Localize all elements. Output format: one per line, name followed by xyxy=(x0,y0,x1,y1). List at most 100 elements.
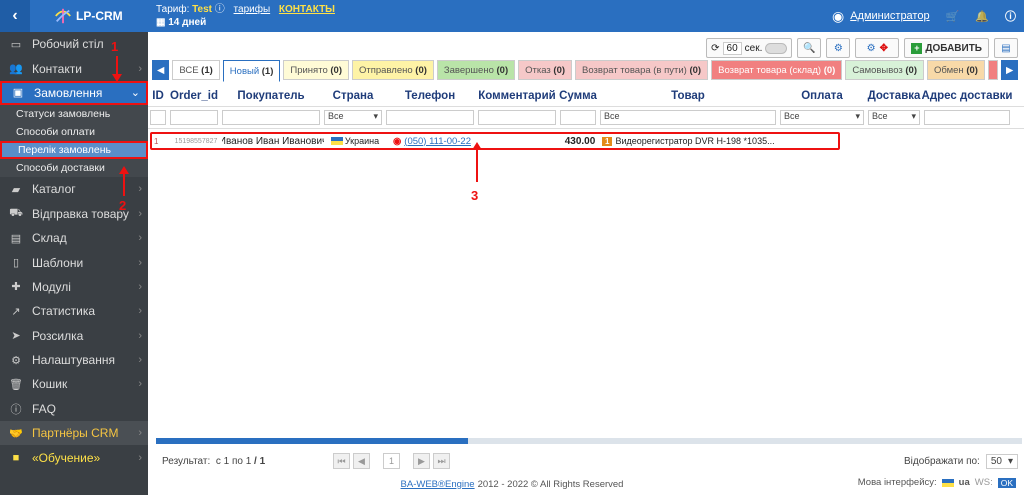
sidebar-item-contacts[interactable]: 👥 Контакти › xyxy=(0,56,148,80)
sidebar-item-mailing[interactable]: ➤ Розсилка › xyxy=(0,324,148,348)
tariffs-link[interactable]: тарифы xyxy=(234,4,271,15)
filter-order-id[interactable] xyxy=(170,110,218,125)
sidebar-item-desktop[interactable]: ▭ Робочий стіл xyxy=(0,32,148,56)
annotation-arrowhead-1 xyxy=(112,74,122,82)
chevron-right-icon: › xyxy=(138,62,142,75)
sidebar-item-statistics[interactable]: ↗ Статистика › xyxy=(0,299,148,323)
last-page-button[interactable]: ⏭ xyxy=(433,453,450,469)
annotation-2: 2 xyxy=(119,198,127,213)
refresh-unit: сек. xyxy=(744,42,763,54)
sidebar-item-modules[interactable]: ✚ Модулі › xyxy=(0,275,148,299)
filter-product[interactable]: Все xyxy=(600,110,776,125)
search-icon: 🔍 xyxy=(803,42,816,54)
cell-phone[interactable]: ◉ (050) 111-00-22 xyxy=(386,136,478,147)
sidebar-sub-order-statuses[interactable]: Статуси замовлень xyxy=(0,105,148,124)
tab-all[interactable]: ВСЕ (1) xyxy=(172,60,220,80)
col-order-id[interactable]: Order_id xyxy=(168,90,220,102)
refresh-interval[interactable]: 60 xyxy=(722,41,742,55)
col-comment[interactable]: Комментарий xyxy=(476,90,558,102)
next-page-button[interactable]: ▶ xyxy=(413,453,430,469)
refresh-toggle[interactable] xyxy=(765,42,788,54)
tab-partial[interactable] xyxy=(987,60,998,80)
col-sum[interactable]: Сумма xyxy=(558,90,598,102)
col-phone[interactable]: Телефон xyxy=(384,90,476,102)
tab-return-warehouse[interactable]: Возврат товара (склад) (0) xyxy=(711,60,843,80)
chevron-right-icon: › xyxy=(138,256,142,269)
tariff-label: Тариф: xyxy=(156,4,190,15)
sidebar-item-orders[interactable]: ▣ Замовлення ⌄ xyxy=(0,80,148,106)
flag-ua-icon xyxy=(330,137,343,145)
top-bar: ‹ LP-CRM Тариф: Test ⓘ тарифы КОНТАКТЫ ▦… xyxy=(0,0,1024,32)
col-product[interactable]: Товар xyxy=(598,90,778,102)
bell-icon[interactable]: 🔔 xyxy=(975,10,989,23)
filter-phone[interactable] xyxy=(386,110,474,125)
dropdown-arrow-icon: ▾ xyxy=(373,111,378,121)
page-size-select[interactable]: 50 ▾ xyxy=(985,454,1018,469)
col-id[interactable]: ID xyxy=(148,90,168,102)
sidebar-item-partners[interactable]: 🤝 Партнёры CRM › xyxy=(0,421,148,446)
dropdown-arrow-icon: ▾ xyxy=(911,111,916,121)
tab-exchange[interactable]: Обмен (0) xyxy=(927,60,985,80)
tab-sent[interactable]: Отправлено (0) xyxy=(352,60,434,80)
filter-comment[interactable] xyxy=(478,110,556,125)
back-button[interactable]: ‹ xyxy=(0,0,30,32)
settings-button[interactable]: ⚙ xyxy=(826,38,851,58)
tab-pickup[interactable]: Самовывоз (0) xyxy=(845,60,924,80)
sidebar-item-warehouse[interactable]: ▤ Склад › xyxy=(0,226,148,250)
logo-icon xyxy=(55,8,71,24)
grid-footer: Результат: с 1 по 1 / 1 ⏮ ◀ 1 ▶ ⏭ Відобр… xyxy=(148,449,1024,475)
export-button[interactable]: ▤ xyxy=(994,38,1018,58)
qty-badge: 1 xyxy=(602,136,613,146)
search-button[interactable]: 🔍 xyxy=(797,38,822,58)
sidebar-sub-payment-methods[interactable]: Способи оплати xyxy=(0,123,148,142)
integrations-button[interactable]: ⚙ ✥ xyxy=(855,38,900,58)
filter-address[interactable] xyxy=(924,110,1010,125)
filter-customer[interactable] xyxy=(222,110,320,125)
horizontal-scrollbar[interactable] xyxy=(156,438,1022,444)
filter-country[interactable]: Все ▾ xyxy=(324,110,382,125)
filter-id[interactable] xyxy=(150,110,166,125)
tabs-scroll-left[interactable]: ◀ xyxy=(152,60,170,80)
sidebar-item-learning[interactable]: ■ «Обучение» › xyxy=(0,445,148,469)
sidebar-sub-orders-list[interactable]: Перелік замовлень xyxy=(0,141,148,160)
file-icon: ▯ xyxy=(12,257,20,270)
language-value[interactable]: ua xyxy=(959,477,970,488)
ws-status-badge: OK xyxy=(997,477,1016,488)
tab-return-transit[interactable]: Возврат товара (в пути) (0) xyxy=(575,60,709,80)
video-icon: ■ xyxy=(12,451,20,464)
sidebar-item-templates[interactable]: ▯ Шаблони › xyxy=(0,250,148,274)
filter-sum[interactable] xyxy=(560,110,596,125)
annotation-1: 1 xyxy=(111,39,119,54)
cart-icon[interactable]: 🛒 xyxy=(946,10,960,23)
annotation-arrowhead-3 xyxy=(472,142,482,150)
engine-link[interactable]: BA-WEB®Engine xyxy=(401,479,475,490)
contacts-link[interactable]: КОНТАКТЫ xyxy=(279,4,335,15)
refresh-icon: ⟳ xyxy=(711,42,720,54)
logo[interactable]: LP-CRM xyxy=(30,0,148,32)
table-row[interactable]: 1 15198557827 Иванов Иван Иванович Украи… xyxy=(150,132,840,150)
col-customer[interactable]: Покупатель xyxy=(220,90,322,102)
filter-delivery[interactable]: Все ▾ xyxy=(868,110,920,125)
tab-accepted[interactable]: Принято (0) xyxy=(283,60,349,80)
tab-completed[interactable]: Завершено (0) xyxy=(436,60,516,80)
sidebar-item-faq[interactable]: ⓘ FAQ xyxy=(0,397,148,421)
user-menu[interactable]: ◉ Администратор xyxy=(832,8,930,25)
col-country[interactable]: Страна xyxy=(322,90,384,102)
first-page-button[interactable]: ⏮ xyxy=(333,453,350,469)
scrollbar-thumb[interactable] xyxy=(156,438,468,444)
prev-page-button[interactable]: ◀ xyxy=(353,453,370,469)
col-payment[interactable]: Оплата xyxy=(778,90,866,102)
sidebar-item-trash[interactable]: 🗑 Кошик › xyxy=(0,372,148,396)
result-summary: Результат: с 1 по 1 / 1 xyxy=(162,456,266,467)
col-delivery[interactable]: Доставка xyxy=(866,90,922,102)
filter-payment[interactable]: Все ▾ xyxy=(780,110,864,125)
col-address[interactable]: Адрес доставки xyxy=(922,90,1012,102)
page-number[interactable]: 1 xyxy=(383,453,400,469)
refresh-control[interactable]: ⟳ 60 сек. xyxy=(706,38,793,58)
tab-rejected[interactable]: Отказ (0) xyxy=(518,60,573,80)
info-icon[interactable]: ⓘ xyxy=(1005,8,1016,24)
tab-new[interactable]: Новый (1) xyxy=(222,60,281,82)
tabs-scroll-right[interactable]: ▶ xyxy=(1000,60,1019,80)
sidebar-item-settings[interactable]: ⚙ Налаштування › xyxy=(0,348,148,372)
add-button[interactable]: + ДОБАВИТЬ xyxy=(904,38,989,58)
